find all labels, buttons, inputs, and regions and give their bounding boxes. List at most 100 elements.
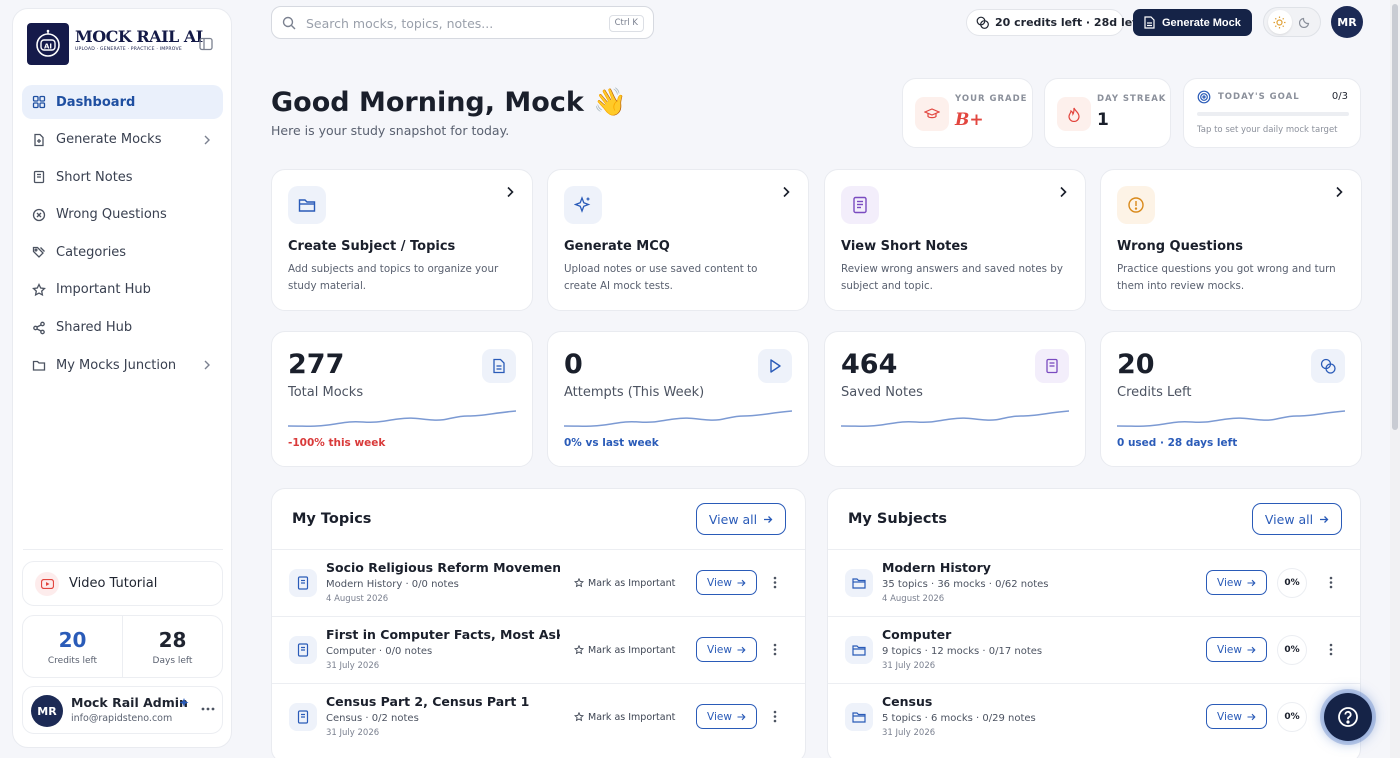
mark-important-label: Mark as Important (588, 577, 676, 589)
view-short-notes-card[interactable]: View Short Notes Review wrong answers an… (824, 169, 1086, 311)
mark-important-label: Mark as Important (588, 644, 676, 656)
search-input[interactable] (306, 13, 596, 33)
mark-important-button[interactable]: Mark as Important (574, 573, 675, 593)
view-topic-button[interactable]: View (696, 704, 757, 729)
credits-left-card: 20 Credits Left 0 used · 28 days left (1100, 331, 1362, 467)
document-plus-icon (32, 133, 46, 147)
my-subjects-panel: My Subjects View all Modern History 35 t… (827, 488, 1361, 758)
view-subject-button[interactable]: View (1206, 704, 1267, 729)
topic-title[interactable]: Socio Religious Reform Movements (326, 560, 560, 575)
topic-meta: Modern History · 0/0 notes (326, 579, 459, 590)
topic-row[interactable]: First in Computer Facts, Most Asked in E… (272, 616, 805, 683)
view-all-topics-button[interactable]: View all (696, 503, 786, 535)
arrow-right-icon (1247, 579, 1256, 586)
subject-row[interactable]: Modern History 35 topics · 36 mocks · 0/… (828, 549, 1360, 616)
sidebar-item-wrong-questions[interactable]: Wrong Questions (22, 198, 223, 232)
more-horizontal-icon[interactable] (201, 707, 215, 711)
video-tutorial-button[interactable]: Video Tutorial (22, 561, 223, 606)
more-vertical-icon[interactable] (1329, 576, 1333, 589)
more-vertical-icon[interactable] (773, 643, 777, 656)
subject-date: 4 August 2026 (882, 594, 945, 604)
moon-icon[interactable] (1293, 10, 1317, 34)
sparkline (288, 410, 516, 427)
user-profile-card[interactable]: MR Mock Rail Admin info@rapidsteno.com (22, 686, 223, 734)
subject-title[interactable]: Census (882, 694, 1116, 709)
brand-logo[interactable]: AI MOCK RAIL AI UPLOAD · GENERATE · PRAC… (27, 23, 203, 65)
grid-icon (32, 95, 46, 109)
sidebar-item-label: Dashboard (56, 94, 136, 110)
avatar[interactable]: MR (1331, 6, 1363, 38)
flame-icon (1057, 97, 1091, 131)
topic-title[interactable]: Census Part 2, Census Part 1 (326, 694, 560, 709)
search-bar[interactable]: Ctrl K (271, 6, 654, 39)
view-subject-button[interactable]: View (1206, 637, 1267, 662)
view-subject-button[interactable]: View (1206, 570, 1267, 595)
more-vertical-icon[interactable] (1329, 643, 1333, 656)
arrow-right-icon (1320, 515, 1329, 523)
credits-pill[interactable]: 20 credits left · 28d left (966, 9, 1142, 36)
search-shortcut-badge: Ctrl K (608, 15, 644, 32)
create-subject-card[interactable]: Create Subject / Topics Add subjects and… (271, 169, 533, 311)
grade-label: YOUR GRADE (955, 94, 1028, 104)
my-topics-panel: My Topics View all Socio Religious Refor… (271, 488, 806, 758)
sidebar-nav: Dashboard Generate Mocks Short Notes Wro… (22, 85, 223, 386)
topic-title[interactable]: First in Computer Facts, Most Asked in E… (326, 627, 560, 642)
topic-row[interactable]: Socio Religious Reform Movements Modern … (272, 549, 805, 616)
page-scrollbar[interactable] (1390, 0, 1400, 758)
share-icon (32, 321, 46, 335)
panel-title: My Subjects (848, 511, 948, 527)
action-title: View Short Notes (841, 239, 968, 254)
subject-title[interactable]: Computer (882, 627, 1116, 642)
generate-mcq-card[interactable]: Generate MCQ Upload notes or use saved c… (547, 169, 809, 311)
sidebar-item-shared-hub[interactable]: Shared Hub (22, 311, 223, 345)
streak-label: DAY STREAK (1097, 94, 1167, 104)
scrollbar-thumb[interactable] (1392, 4, 1398, 430)
theme-toggle[interactable] (1263, 7, 1321, 37)
metric-trend: -100% this week (288, 437, 386, 449)
subject-row[interactable]: Computer 9 topics · 12 mocks · 0/17 note… (828, 616, 1360, 683)
topic-row[interactable]: Census Part 2, Census Part 1 Census · 0/… (272, 683, 805, 750)
subject-title[interactable]: Modern History (882, 560, 1116, 575)
metric-label: Saved Notes (841, 385, 923, 400)
sparkle-icon (178, 697, 190, 709)
sidebar-item-categories[interactable]: Categories (22, 235, 223, 269)
credits-text: 20 credits left · 28d left (995, 16, 1143, 29)
topic-date: 31 July 2026 (326, 728, 380, 738)
sparkline (841, 410, 1069, 427)
star-icon (32, 282, 46, 297)
view-topic-button[interactable]: View (696, 637, 757, 662)
sparkline (564, 410, 792, 427)
credits-left-label: Credits left (47, 656, 98, 666)
sidebar-collapse-icon[interactable] (199, 37, 213, 51)
grade-card: YOUR GRADE B+ (902, 78, 1033, 148)
more-vertical-icon[interactable] (773, 710, 777, 723)
todays-goal-card[interactable]: TODAY'S GOAL 0/3 Tap to set your daily m… (1183, 78, 1361, 148)
view-all-subjects-button[interactable]: View all (1252, 503, 1342, 535)
notebook-icon (841, 186, 879, 224)
sidebar-item-short-notes[interactable]: Short Notes (22, 160, 223, 194)
subject-meta: 9 topics · 12 mocks · 0/17 notes (882, 646, 1043, 657)
view-topic-button[interactable]: View (696, 570, 757, 595)
mark-important-button[interactable]: Mark as Important (574, 640, 675, 660)
greeting-text: Good Morning, Mock (271, 87, 584, 118)
sidebar-item-my-mocks-junction[interactable]: My Mocks Junction (22, 348, 223, 382)
wrong-questions-card[interactable]: Wrong Questions Practice questions you g… (1100, 169, 1362, 311)
wave-emoji: 👋 (593, 87, 627, 118)
topic-meta: Computer · 0/0 notes (326, 646, 433, 657)
sidebar-item-generate-mocks[interactable]: Generate Mocks (22, 123, 223, 157)
subject-row[interactable]: Census 5 topics · 6 mocks · 0/29 notes 3… (828, 683, 1360, 750)
help-chat-button[interactable] (1324, 693, 1372, 741)
days-left-label: Days left (152, 656, 193, 666)
mark-important-button[interactable]: Mark as Important (574, 707, 675, 727)
avatar: MR (31, 695, 63, 727)
credits-left-stat: 20 Credits left (23, 616, 122, 677)
sidebar-item-important-hub[interactable]: Important Hub (22, 273, 223, 307)
sun-icon[interactable] (1267, 10, 1292, 34)
subject-meta: 35 topics · 36 mocks · 0/62 notes (882, 579, 1049, 590)
tags-icon (32, 245, 46, 259)
generate-mock-button[interactable]: Generate Mock (1133, 9, 1252, 36)
sidebar-item-dashboard[interactable]: Dashboard (22, 85, 223, 119)
more-vertical-icon[interactable] (773, 576, 777, 589)
star-icon (574, 578, 584, 588)
arrow-right-icon (737, 579, 746, 586)
